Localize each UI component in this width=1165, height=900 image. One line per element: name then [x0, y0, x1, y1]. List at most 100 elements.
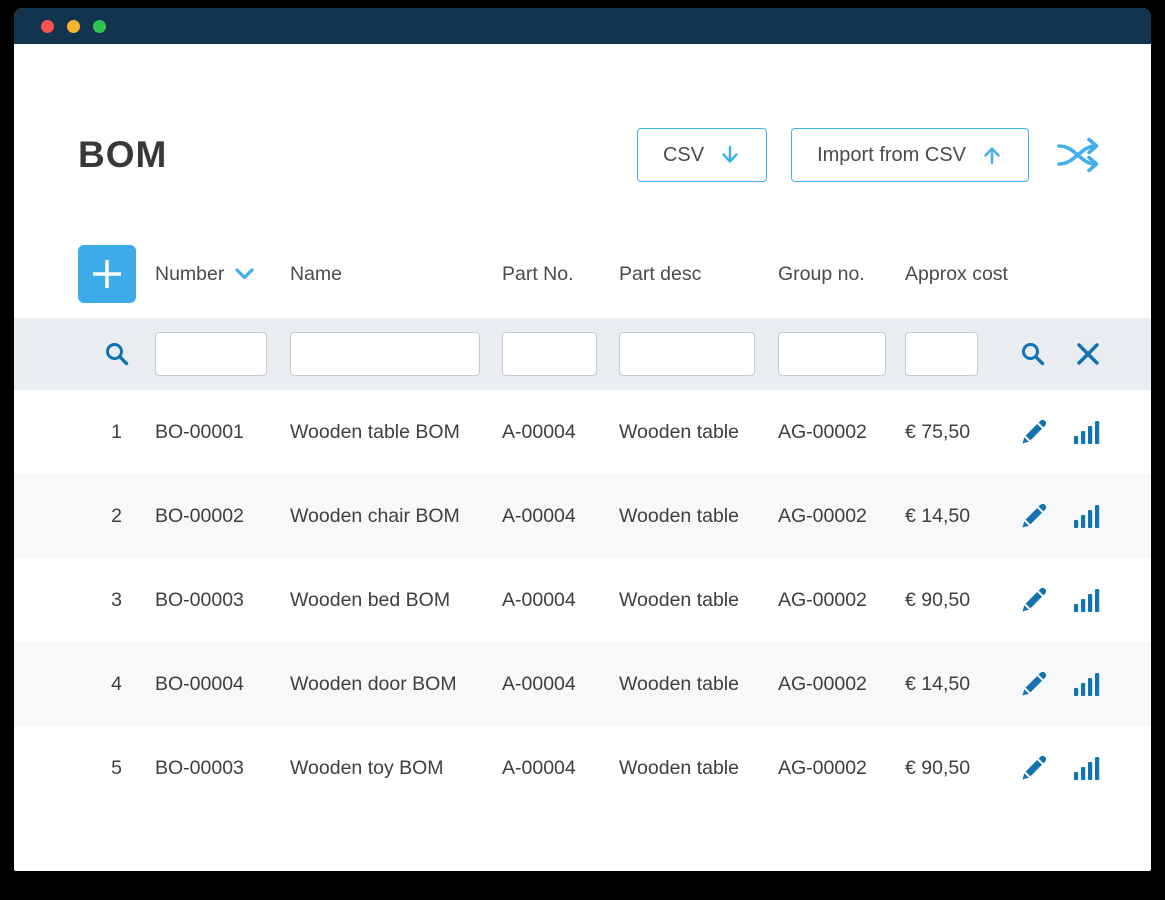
table-header-row: Number Name Part No. Part desc Group no.… [14, 245, 1151, 303]
filter-row [14, 318, 1151, 390]
cell-group-no: AG-00002 [778, 589, 905, 612]
cell-part-no: A-00004 [502, 589, 619, 612]
shuffle-icon [1055, 133, 1101, 177]
search-icon [104, 341, 130, 367]
cell-part-desc: Wooden table [619, 421, 778, 444]
close-icon [1076, 342, 1100, 366]
bar-chart-icon [1073, 587, 1100, 614]
cell-number: BO-00003 [155, 757, 290, 780]
cell-name: Wooden toy BOM [290, 757, 502, 780]
cell-approx-cost: € 14,50 [905, 673, 1015, 696]
column-header-group-no[interactable]: Group no. [778, 263, 905, 286]
bom-table: Number Name Part No. Part desc Group no.… [14, 245, 1151, 810]
minimize-window-dot[interactable] [67, 20, 80, 33]
cell-group-no: AG-00002 [778, 505, 905, 528]
upload-arrow-icon [981, 144, 1003, 166]
page-title: BOM [78, 134, 167, 176]
edit-row-button[interactable] [1020, 671, 1047, 698]
cell-name: Wooden table BOM [290, 421, 502, 444]
bar-chart-icon [1073, 503, 1100, 530]
apply-filter-button[interactable] [1020, 341, 1046, 367]
add-row-button[interactable] [78, 245, 136, 303]
import-csv-button[interactable]: Import from CSV [791, 128, 1029, 182]
window-titlebar [14, 8, 1151, 44]
cell-group-no: AG-00002 [778, 673, 905, 696]
cell-approx-cost: € 90,50 [905, 757, 1015, 780]
import-csv-label: Import from CSV [817, 144, 966, 167]
filter-group-no-input[interactable] [778, 332, 886, 376]
stats-row-button[interactable] [1073, 419, 1100, 446]
cell-part-desc: Wooden table [619, 589, 778, 612]
pencil-icon [1020, 419, 1047, 446]
app-window: BOM CSV Import from CSV [14, 8, 1151, 871]
cell-name: Wooden chair BOM [290, 505, 502, 528]
shuffle-button[interactable] [1055, 133, 1101, 177]
pencil-icon [1020, 755, 1047, 782]
export-csv-label: CSV [663, 144, 704, 167]
export-csv-button[interactable]: CSV [637, 128, 767, 182]
cell-part-no: A-00004 [502, 421, 619, 444]
bar-chart-icon [1073, 755, 1100, 782]
pencil-icon [1020, 587, 1047, 614]
cell-approx-cost: € 90,50 [905, 589, 1015, 612]
cell-group-no: AG-00002 [778, 757, 905, 780]
page-header: BOM CSV Import from CSV [78, 128, 1101, 182]
clear-filter-button[interactable] [1076, 342, 1100, 366]
table-row[interactable]: 4 BO-00004 Wooden door BOM A-00004 Woode… [14, 642, 1151, 726]
cell-number: BO-00004 [155, 673, 290, 696]
column-header-number[interactable]: Number [155, 263, 290, 286]
edit-row-button[interactable] [1020, 755, 1047, 782]
cell-group-no: AG-00002 [778, 421, 905, 444]
row-index: 5 [78, 757, 155, 780]
filter-approx-cost-input[interactable] [905, 332, 978, 376]
bar-chart-icon [1073, 419, 1100, 446]
cell-number: BO-00001 [155, 421, 290, 444]
table-row[interactable]: 2 BO-00002 Wooden chair BOM A-00004 Wood… [14, 474, 1151, 558]
column-header-approx-cost[interactable]: Approx cost [905, 263, 1015, 286]
maximize-window-dot[interactable] [93, 20, 106, 33]
table-body: 1 BO-00001 Wooden table BOM A-00004 Wood… [14, 390, 1151, 810]
filter-number-input[interactable] [155, 332, 267, 376]
edit-row-button[interactable] [1020, 587, 1047, 614]
stats-row-button[interactable] [1073, 671, 1100, 698]
row-index: 3 [78, 589, 155, 612]
table-row[interactable]: 1 BO-00001 Wooden table BOM A-00004 Wood… [14, 390, 1151, 474]
cell-approx-cost: € 14,50 [905, 505, 1015, 528]
header-actions: CSV Import from CSV [637, 128, 1101, 182]
cell-approx-cost: € 75,50 [905, 421, 1015, 444]
cell-part-no: A-00004 [502, 505, 619, 528]
stats-row-button[interactable] [1073, 503, 1100, 530]
filter-part-no-input[interactable] [502, 332, 597, 376]
row-index: 2 [78, 505, 155, 528]
row-index: 1 [78, 421, 155, 444]
cell-part-desc: Wooden table [619, 505, 778, 528]
cell-part-desc: Wooden table [619, 673, 778, 696]
close-window-dot[interactable] [41, 20, 54, 33]
bar-chart-icon [1073, 671, 1100, 698]
chevron-down-icon [235, 268, 254, 280]
search-icon [1020, 341, 1046, 367]
cell-name: Wooden door BOM [290, 673, 502, 696]
row-index: 4 [78, 673, 155, 696]
filter-part-desc-input[interactable] [619, 332, 755, 376]
cell-number: BO-00002 [155, 505, 290, 528]
cell-part-no: A-00004 [502, 757, 619, 780]
table-row[interactable]: 3 BO-00003 Wooden bed BOM A-00004 Wooden… [14, 558, 1151, 642]
download-arrow-icon [719, 144, 741, 166]
edit-row-button[interactable] [1020, 419, 1047, 446]
column-header-name[interactable]: Name [290, 263, 502, 286]
column-header-part-no[interactable]: Part No. [502, 263, 619, 286]
pencil-icon [1020, 671, 1047, 698]
cell-part-desc: Wooden table [619, 757, 778, 780]
column-header-part-desc[interactable]: Part desc [619, 263, 778, 286]
edit-row-button[interactable] [1020, 503, 1047, 530]
cell-part-no: A-00004 [502, 673, 619, 696]
stats-row-button[interactable] [1073, 755, 1100, 782]
cell-name: Wooden bed BOM [290, 589, 502, 612]
pencil-icon [1020, 503, 1047, 530]
table-row[interactable]: 5 BO-00003 Wooden toy BOM A-00004 Wooden… [14, 726, 1151, 810]
cell-number: BO-00003 [155, 589, 290, 612]
stats-row-button[interactable] [1073, 587, 1100, 614]
plus-icon [91, 258, 123, 290]
filter-name-input[interactable] [290, 332, 480, 376]
